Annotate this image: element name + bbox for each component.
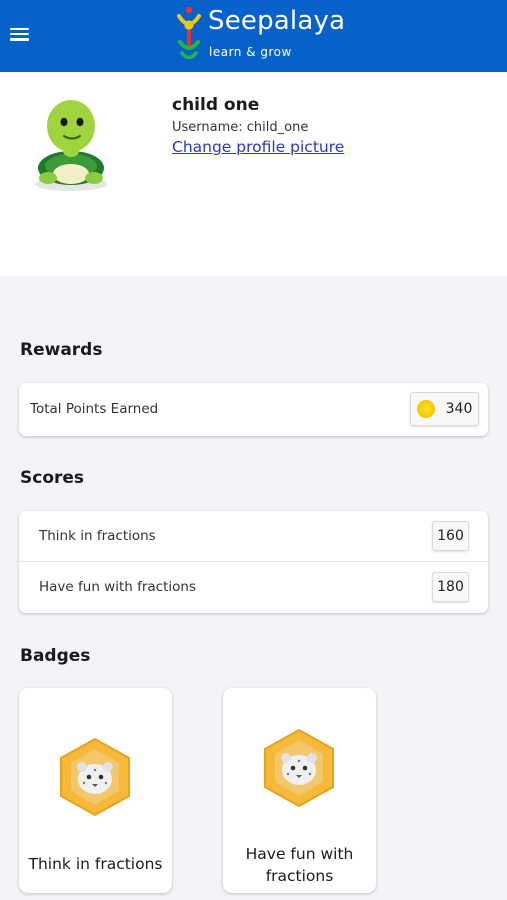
badges-heading: Badges xyxy=(20,646,91,666)
coin-icon xyxy=(416,400,435,418)
snow-leopard-badge-icon xyxy=(264,728,334,808)
seepalaya-logo-icon xyxy=(177,6,201,60)
app-header: Seepalaya learn & grow xyxy=(0,0,507,72)
change-profile-picture-link[interactable]: Change profile picture xyxy=(172,138,344,156)
scores-card: Think in fractions 160 Have fun with fra… xyxy=(19,511,488,613)
total-points-label: Total Points Earned xyxy=(30,401,159,417)
total-points-value: 340 xyxy=(445,401,473,417)
profile-panel: child one Username: child_one Change pro… xyxy=(0,72,507,276)
rewards-heading: Rewards xyxy=(20,340,103,360)
badge-label: Have fun with fractions xyxy=(245,845,354,885)
turtle-avatar-icon xyxy=(35,100,107,191)
snow-leopard-badge-icon xyxy=(60,737,130,817)
score-row-value: 160 xyxy=(432,521,469,551)
hamburger-menu-icon[interactable] xyxy=(10,25,30,45)
brand-title: Seepalaya xyxy=(208,6,346,36)
scores-heading: Scores xyxy=(20,468,85,488)
score-row-label: Have fun with fractions xyxy=(39,579,196,595)
badge-card[interactable]: Have fun with fractions xyxy=(223,688,376,893)
score-divider xyxy=(19,561,488,562)
badge-label: Think in fractions xyxy=(28,855,163,873)
profile-name: child one xyxy=(172,95,260,115)
score-row-label: Think in fractions xyxy=(39,528,156,544)
brand-tagline: learn & grow xyxy=(209,45,292,59)
profile-username: Username: child_one xyxy=(172,120,309,135)
rewards-card: Total Points Earned 340 xyxy=(19,383,488,436)
badge-card[interactable]: Think in fractions xyxy=(19,688,172,893)
score-row-value: 180 xyxy=(432,572,469,602)
total-points-badge: 340 xyxy=(410,392,479,426)
